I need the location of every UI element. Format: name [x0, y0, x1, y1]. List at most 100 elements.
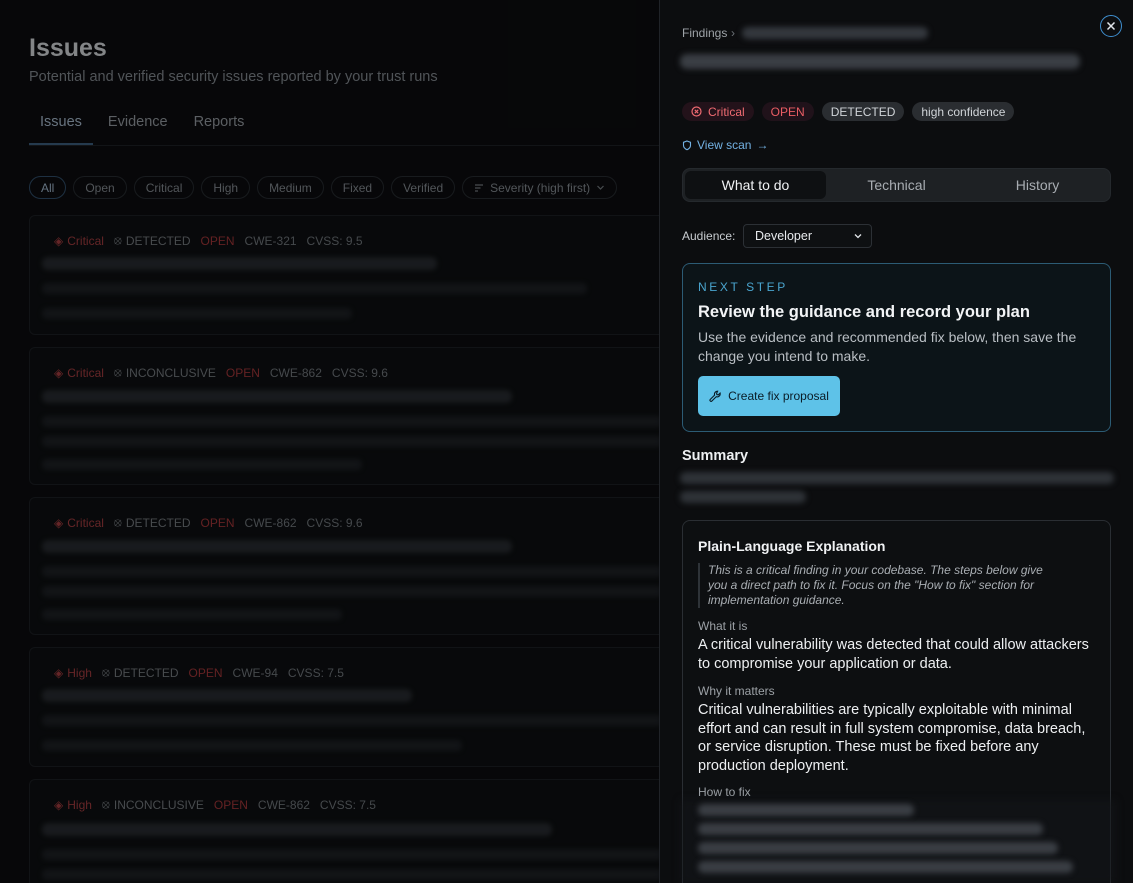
alert-icon — [691, 106, 702, 117]
cvss-score: CVSS: 7.5 — [319, 797, 376, 812]
issue-meta: ◈ Critical ⦻ DETECTED OPEN CWE-862 CVSS: 9… — [54, 515, 363, 530]
severity-badge: ◈ Critical — [54, 516, 104, 530]
status-badge: ⦻ INCONCLUSIVE — [102, 797, 204, 812]
shield-icon: ◈ — [54, 365, 64, 380]
redacted-title — [42, 540, 512, 553]
shield-icon: ◈ — [54, 515, 64, 530]
state-badge: OPEN — [200, 515, 235, 530]
why-it-matters-label: Why it matters — [698, 684, 775, 698]
cvss-score: CVSS: 9.6 — [331, 365, 388, 380]
tab-what-to-do[interactable]: What to do — [685, 171, 826, 199]
cwe-id: CWE-862 — [244, 515, 297, 530]
issue-card[interactable]: ◈ High ⦻ DETECTED OPEN CWE-94 CVSS: 7.5 — [29, 647, 679, 767]
redacted-text — [42, 849, 662, 860]
confidence-badge: high confidence — [912, 102, 1015, 121]
severity-label: High — [67, 665, 92, 680]
issue-meta: ◈ High ⦻ DETECTED OPEN CWE-94 CVSS: 7.5 — [54, 665, 344, 680]
tab-evidence[interactable]: Evidence — [97, 108, 179, 145]
severity-badge: Critical — [682, 102, 754, 121]
page-subtitle: Potential and verified security issues r… — [29, 69, 438, 85]
redacted-fix-text — [698, 861, 1073, 873]
status-label: DETECTED — [125, 515, 191, 530]
status-badge: ⦻ DETECTED — [102, 665, 179, 680]
tab-issues[interactable]: Issues — [29, 108, 93, 145]
redacted-fix-text — [698, 842, 1058, 854]
status-icon: ⦻ — [113, 515, 122, 529]
redacted-text — [42, 869, 662, 880]
severity-badge: ◈ Critical — [54, 366, 104, 380]
shield-icon: ◈ — [54, 665, 64, 680]
cwe-id: CWE-862 — [257, 797, 310, 812]
issue-card[interactable]: ◈ High ⦻ INCONCLUSIVE OPEN CWE-862 CVSS: 7… — [29, 779, 679, 883]
redacted-text — [42, 436, 662, 447]
issue-card[interactable]: ◈ Critical ⦻ DETECTED OPEN CWE-321 CVSS: 9… — [29, 215, 679, 335]
state-badge: OPEN — [761, 102, 814, 121]
redacted-text — [42, 586, 662, 597]
cwe-id: CWE-94 — [232, 665, 278, 680]
finding-badges: Critical OPEN DETECTED high confidence — [682, 102, 1015, 121]
filter-verified[interactable]: Verified — [391, 176, 456, 199]
filter-high[interactable]: High — [201, 176, 251, 199]
redacted-text — [42, 308, 352, 319]
filter-fixed[interactable]: Fixed — [330, 176, 385, 199]
tab-history[interactable]: History — [967, 171, 1108, 199]
severity-badge: ◈ High — [54, 666, 92, 680]
shield-icon: ◈ — [54, 797, 64, 812]
filter-open[interactable]: Open — [73, 176, 127, 199]
cvss-score: CVSS: 9.6 — [306, 515, 363, 530]
severity-label: High — [67, 797, 92, 812]
tab-technical[interactable]: Technical — [826, 171, 967, 199]
create-fix-proposal-button[interactable]: Create fix proposal — [698, 376, 840, 416]
cvss-score: CVSS: 7.5 — [287, 665, 344, 680]
redacted-summary — [680, 491, 806, 503]
severity-badge: ◈ Critical — [54, 234, 104, 248]
filter-medium[interactable]: Medium — [257, 176, 324, 199]
sort-icon — [475, 183, 484, 192]
redacted-text — [42, 566, 662, 577]
next-step-card: NEXT STEP Review the guidance and record… — [682, 263, 1111, 432]
status-badge: ⦻ DETECTED — [114, 515, 191, 530]
state-badge: OPEN — [188, 665, 223, 680]
severity-label: Critical — [67, 365, 104, 380]
summary-heading: Summary — [682, 448, 749, 464]
issue-card[interactable]: ◈ Critical ⦻ INCONCLUSIVE OPEN CWE-862 CVS… — [29, 347, 679, 485]
next-step-eyebrow: NEXT STEP — [698, 280, 788, 294]
breadcrumb-findings[interactable]: Findings — [682, 26, 727, 40]
cvss-score: CVSS: 9.5 — [306, 233, 363, 248]
page-tabs: Issues Evidence Reports — [29, 108, 669, 146]
issue-card[interactable]: ◈ Critical ⦻ DETECTED OPEN CWE-862 CVSS: 9… — [29, 497, 679, 635]
redacted-text — [42, 740, 462, 751]
explanation-quote: This is a critical finding in your codeb… — [698, 563, 1058, 608]
chevron-down-icon — [854, 234, 862, 239]
filter-critical[interactable]: Critical — [133, 176, 195, 199]
filter-all[interactable]: All — [29, 176, 67, 199]
severity-label: Critical — [708, 104, 745, 119]
view-scan-label: View scan — [697, 138, 752, 152]
audience-label: Audience: — [682, 229, 736, 243]
status-icon: ⦻ — [101, 665, 110, 679]
state-badge: OPEN — [200, 233, 235, 248]
arrow-right-icon: → — [756, 138, 769, 152]
view-scan-link[interactable]: View scan → — [682, 138, 768, 152]
redacted-breadcrumb — [742, 27, 928, 39]
severity-label: Critical — [67, 515, 104, 530]
redacted-text — [42, 416, 662, 427]
status-label: INCONCLUSIVE — [125, 365, 216, 380]
sort-label: Severity (high first) — [490, 180, 591, 195]
redacted-title — [42, 823, 552, 836]
status-badge: DETECTED — [821, 102, 905, 121]
what-it-is-text: A critical vulnerability was detected th… — [698, 637, 1089, 672]
audience-select[interactable]: Developer — [743, 224, 872, 248]
redacted-text — [42, 609, 342, 620]
what-it-is-label: What it is — [698, 619, 748, 633]
status-label: INCONCLUSIVE — [113, 797, 204, 812]
explanation-title: Plain-Language Explanation — [698, 538, 886, 554]
shield-icon — [682, 139, 692, 150]
redacted-text — [42, 715, 662, 726]
status-icon: ⦻ — [101, 797, 110, 811]
close-button[interactable] — [1100, 15, 1122, 37]
state-badge: OPEN — [213, 797, 248, 812]
tab-reports[interactable]: Reports — [183, 108, 256, 145]
sort-dropdown[interactable]: Severity (high first) — [462, 176, 618, 199]
redacted-title — [42, 689, 412, 702]
